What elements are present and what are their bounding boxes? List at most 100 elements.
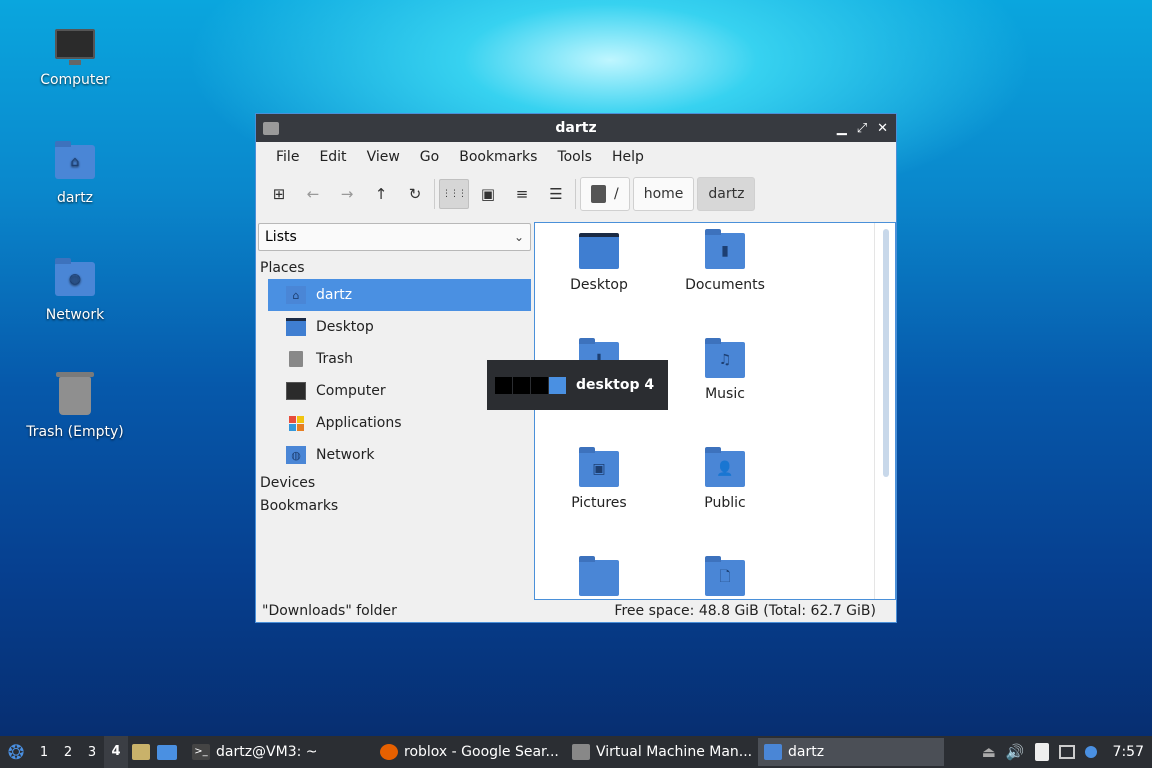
- section-devices[interactable]: Devices: [256, 471, 533, 494]
- file-item-label: Pictures: [571, 495, 627, 511]
- file-icon-view: Desktop ▮ Documents ⬇ ♫ Music ▣ Pictures…: [534, 222, 896, 600]
- file-item-templates[interactable]: 🗋: [665, 556, 785, 599]
- task-file-manager[interactable]: dartz: [758, 738, 944, 766]
- notification-icon[interactable]: [1084, 746, 1097, 758]
- volume-icon[interactable]: 🔊: [1006, 743, 1025, 761]
- folder-icon: [263, 121, 279, 135]
- computer-icon: [53, 22, 97, 66]
- file-item-public[interactable]: 👤 Public: [665, 447, 785, 511]
- eject-icon[interactable]: ⏏: [982, 743, 996, 761]
- menu-tools[interactable]: Tools: [547, 149, 602, 165]
- menubar: File Edit View Go Bookmarks Tools Help: [256, 142, 896, 172]
- trash-icon: [286, 350, 306, 368]
- chevron-down-icon: ⌄: [513, 230, 524, 244]
- vertical-scrollbar[interactable]: [883, 229, 889, 477]
- divider: [874, 223, 875, 599]
- up-icon[interactable]: ↑: [366, 179, 396, 209]
- minimize-button[interactable]: ▁: [837, 121, 847, 136]
- task-label: dartz: [788, 744, 825, 760]
- file-item-label: Documents: [685, 277, 765, 293]
- workspace-3-button[interactable]: 3: [80, 745, 104, 760]
- file-item-pictures[interactable]: ▣ Pictures: [539, 447, 659, 511]
- desktop-folder-icon: [579, 233, 619, 269]
- sidebar-item-label: Desktop: [316, 319, 374, 335]
- file-manager-launcher-icon[interactable]: [128, 736, 154, 768]
- menu-file[interactable]: File: [266, 149, 309, 165]
- window-titlebar[interactable]: dartz ▁ ⤢ ✕: [256, 114, 896, 142]
- menu-help[interactable]: Help: [602, 149, 654, 165]
- home-folder-icon: ⌂: [286, 286, 306, 304]
- file-item-desktop[interactable]: Desktop: [539, 233, 659, 293]
- menu-view[interactable]: View: [357, 149, 410, 165]
- breadcrumb-root[interactable]: /: [580, 177, 630, 211]
- desktop-icon-network[interactable]: ◍ Network: [15, 257, 135, 323]
- network-folder-icon: ◍: [286, 446, 306, 464]
- side-pane-mode-value: Lists: [265, 229, 297, 245]
- desktop-icon-dartz[interactable]: ⌂ dartz: [15, 140, 135, 206]
- desktop-icon-label: Trash (Empty): [26, 424, 124, 440]
- thumbnail-view-icon[interactable]: ▣: [473, 179, 503, 209]
- task-label: dartz@VM3: ~: [216, 744, 318, 760]
- detailed-list-icon[interactable]: ☰: [541, 179, 571, 209]
- applications-icon: [286, 414, 306, 432]
- computer-icon: [286, 382, 306, 400]
- terminal-icon: >_: [192, 744, 210, 760]
- file-item-label: Public: [704, 495, 746, 511]
- public-folder-icon: 👤: [705, 447, 745, 487]
- sidebar-item-label: dartz: [316, 287, 353, 303]
- file-item-label: Music: [705, 386, 745, 402]
- file-item-label: Desktop: [570, 277, 628, 293]
- clock[interactable]: 7:57: [1113, 744, 1144, 760]
- music-folder-icon: ♫: [705, 338, 745, 378]
- file-item-folder[interactable]: [539, 556, 659, 599]
- sidebar-item-network[interactable]: ◍ Network: [268, 439, 531, 471]
- desktop-icon-label: dartz: [56, 190, 94, 206]
- section-places: Places: [260, 259, 305, 276]
- menu-bookmarks[interactable]: Bookmarks: [449, 149, 547, 165]
- network-icon[interactable]: [1058, 745, 1075, 759]
- desktop-icon-computer[interactable]: Computer: [15, 22, 135, 88]
- close-button[interactable]: ✕: [877, 121, 888, 136]
- section-bookmarks[interactable]: Bookmarks: [256, 494, 533, 517]
- menu-go[interactable]: Go: [410, 149, 449, 165]
- file-item-documents[interactable]: ▮ Documents: [665, 229, 785, 293]
- clipboard-icon[interactable]: [1034, 743, 1049, 761]
- breadcrumb-label: /: [614, 186, 619, 202]
- workspace-indicator: [513, 376, 530, 394]
- desktop-icon-trash[interactable]: Trash (Empty): [15, 372, 135, 440]
- toolbar-separator: [575, 179, 576, 209]
- reload-icon[interactable]: ↻: [400, 179, 430, 209]
- task-terminal[interactable]: >_ dartz@VM3: ~: [186, 738, 374, 766]
- sidebar-item-dartz[interactable]: ⌂ dartz: [268, 279, 531, 311]
- workspace-popup: desktop 4: [487, 360, 668, 410]
- task-virt-manager[interactable]: Virtual Machine Man...: [566, 738, 758, 766]
- sidebar-item-applications[interactable]: Applications: [268, 407, 531, 439]
- back-icon[interactable]: ←: [298, 179, 328, 209]
- side-pane-mode-select[interactable]: Lists ⌄: [258, 223, 531, 251]
- workspace-1-button[interactable]: 1: [32, 745, 56, 760]
- pictures-folder-icon: ▣: [579, 447, 619, 487]
- firefox-icon: [380, 744, 398, 760]
- desktop-icon-label: Network: [45, 307, 105, 323]
- icon-view-icon[interactable]: ⋮⋮⋮: [439, 179, 469, 209]
- show-desktop-icon[interactable]: [154, 736, 180, 768]
- sidebar-item-desktop[interactable]: Desktop: [268, 311, 531, 343]
- maximize-button[interactable]: ⤢: [857, 121, 867, 136]
- desktop-icon: [286, 318, 306, 336]
- workspace-2-button[interactable]: 2: [56, 745, 80, 760]
- file-item-music[interactable]: ♫ Music: [665, 338, 785, 402]
- task-firefox[interactable]: roblox - Google Sear...: [374, 738, 566, 766]
- compact-view-icon[interactable]: ≡: [507, 179, 537, 209]
- menu-edit[interactable]: Edit: [309, 149, 356, 165]
- system-tray: ⏏ 🔊 7:57: [982, 743, 1144, 761]
- sidebar-item-label: Applications: [316, 415, 402, 431]
- forward-icon[interactable]: →: [332, 179, 362, 209]
- folder-icon: [764, 744, 782, 760]
- breadcrumb-dartz[interactable]: dartz: [697, 177, 756, 211]
- start-menu-icon[interactable]: ❂: [0, 736, 32, 768]
- desktop-icon-label: Computer: [40, 72, 110, 88]
- workspace-4-button[interactable]: 4: [104, 736, 128, 768]
- breadcrumb-home[interactable]: home: [632, 177, 695, 211]
- folder-icon: [579, 556, 619, 596]
- new-tab-icon[interactable]: ⊞: [264, 179, 294, 209]
